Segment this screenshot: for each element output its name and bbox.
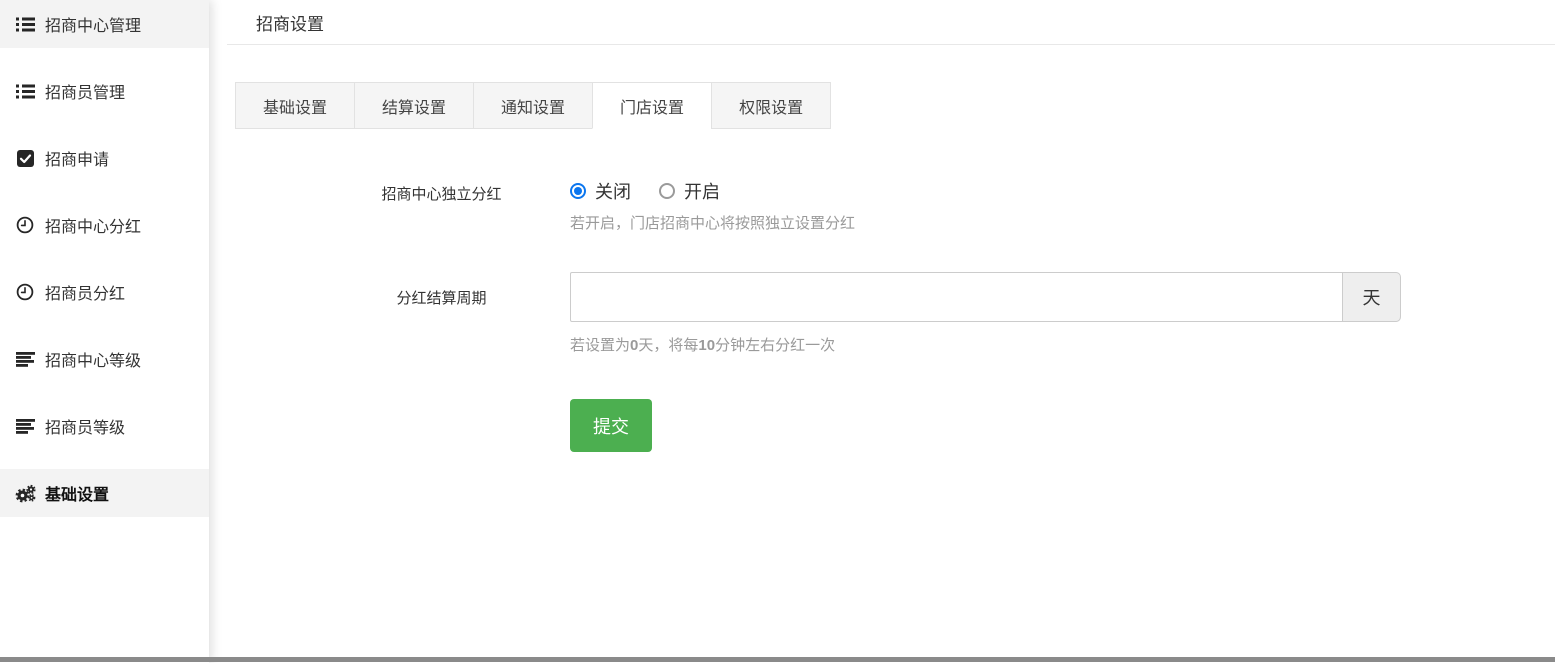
sidebar: 招商中心管理 招商员管理 招商申请 招商中心分红 招商员分红 招商中心等级	[0, 0, 209, 663]
settlement-cycle-input[interactable]	[570, 272, 1343, 322]
radio-open-label[interactable]: 开启	[684, 178, 720, 204]
sidebar-item-label: 招商员等级	[45, 414, 125, 438]
clock-icon	[14, 216, 36, 234]
sidebar-item-agent-mgmt[interactable]: 招商员管理	[0, 67, 209, 115]
settlement-cycle-help: 若设置为0天，将每10分钟左右分红一次	[570, 336, 1401, 356]
sidebar-item-center-level[interactable]: 招商中心等级	[0, 335, 209, 383]
tab-notice-settings[interactable]: 通知设置	[473, 82, 593, 129]
sidebar-item-merchant-apply[interactable]: 招商申请	[0, 134, 209, 182]
sidebar-item-label: 招商员管理	[45, 79, 125, 103]
sidebar-item-label: 招商中心等级	[45, 347, 141, 371]
radio-close-label[interactable]: 关闭	[595, 178, 631, 204]
sidebar-item-center-dividend[interactable]: 招商中心分红	[0, 201, 209, 249]
independent-dividend-help: 若开启，门店招商中心将按照独立设置分红	[570, 214, 855, 234]
check-square-icon	[14, 150, 36, 167]
page-title: 招商设置	[227, 10, 324, 35]
independent-dividend-label: 招商中心独立分红	[313, 174, 570, 204]
settings-tabs: 基础设置 结算设置 通知设置 门店设置 权限设置	[235, 82, 1555, 129]
sidebar-item-label: 招商中心管理	[45, 12, 141, 36]
sidebar-item-merchant-center-mgmt[interactable]: 招商中心管理	[0, 0, 209, 48]
sidebar-item-label: 基础设置	[45, 481, 109, 505]
clock-icon	[14, 283, 36, 301]
page-header: 招商设置	[227, 0, 1555, 45]
sidebar-item-label: 招商员分红	[45, 280, 125, 304]
align-icon	[14, 419, 36, 434]
settlement-cycle-label: 分红结算周期	[313, 272, 570, 308]
align-icon	[14, 352, 36, 367]
radio-close[interactable]	[570, 183, 586, 199]
tab-permission-settings[interactable]: 权限设置	[711, 82, 831, 129]
unit-addon-days: 天	[1342, 272, 1401, 322]
radio-open[interactable]	[659, 183, 675, 199]
tab-settlement-settings[interactable]: 结算设置	[354, 82, 474, 129]
list-icon	[14, 84, 36, 99]
cogs-icon	[14, 484, 36, 503]
list-icon	[14, 17, 36, 32]
sidebar-item-basic-settings[interactable]: 基础设置	[0, 469, 209, 517]
form-row-independent-dividend: 招商中心独立分红 关闭 开启 若开启，门店招商中心将按照独立设置分红	[235, 174, 1555, 234]
sidebar-item-agent-level[interactable]: 招商员等级	[0, 402, 209, 450]
sidebar-item-agent-dividend[interactable]: 招商员分红	[0, 268, 209, 316]
tab-store-settings[interactable]: 门店设置	[592, 82, 712, 129]
settlement-cycle-input-group: 天	[570, 272, 1401, 322]
horizontal-scrollbar[interactable]	[0, 657, 1555, 662]
main-area: 招商设置 基础设置 结算设置 通知设置 门店设置 权限设置 招商中心独立分红 关…	[209, 0, 1555, 663]
form-row-submit: 提交	[235, 399, 1555, 452]
form-row-settlement-cycle: 分红结算周期 天 若设置为0天，将每10分钟左右分红一次	[235, 272, 1555, 356]
store-settings-form: 招商中心独立分红 关闭 开启 若开启，门店招商中心将按照独立设置分红 分红结算周…	[235, 174, 1555, 452]
tab-basic-settings[interactable]: 基础设置	[235, 82, 355, 129]
submit-button[interactable]: 提交	[570, 399, 652, 452]
content-area: 基础设置 结算设置 通知设置 门店设置 权限设置 招商中心独立分红 关闭 开启 …	[209, 82, 1555, 452]
sidebar-item-label: 招商中心分红	[45, 213, 141, 237]
sidebar-item-label: 招商申请	[45, 146, 109, 170]
